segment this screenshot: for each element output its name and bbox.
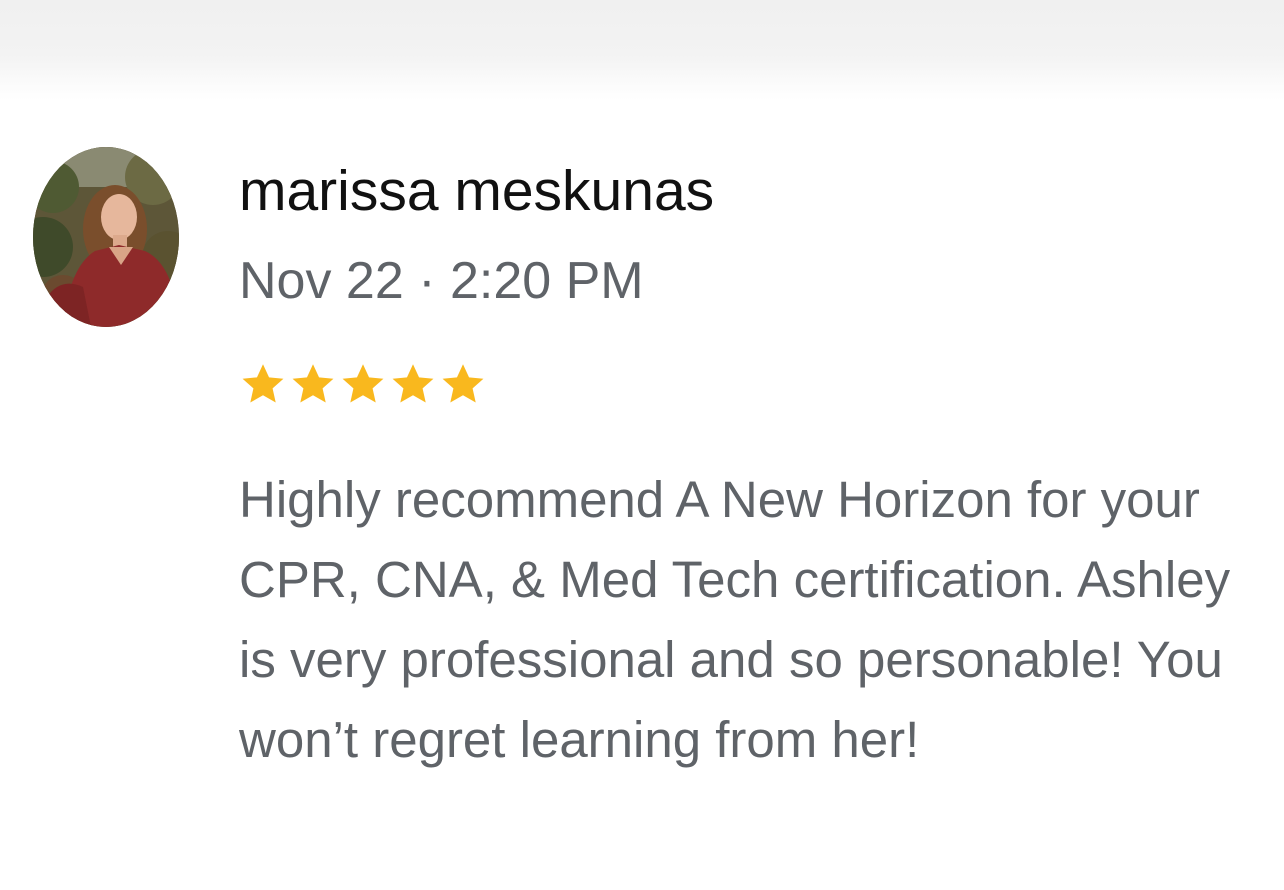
review-card: marissa meskunas Nov 22 · 2:20 PM Highly… <box>0 100 1284 890</box>
star-icon <box>292 364 334 403</box>
star-icon <box>242 364 284 403</box>
star-rating <box>238 354 488 414</box>
user-photo-icon <box>33 147 179 327</box>
avatar[interactable] <box>33 147 179 327</box>
author-name[interactable]: marissa meskunas <box>239 158 714 224</box>
star-icon <box>392 364 434 403</box>
star-icon <box>342 364 384 403</box>
review-text: Highly recommend A New Horizon for your … <box>239 471 1231 768</box>
review-date: Nov 22 · 2:20 PM <box>239 252 644 310</box>
top-header-band <box>0 0 1284 100</box>
star-icon <box>442 364 484 403</box>
